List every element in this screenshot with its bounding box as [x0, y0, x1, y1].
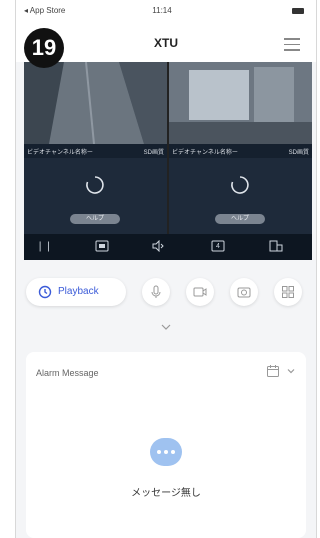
- empty-message-text: メッセージ無し: [131, 488, 201, 499]
- expand-controls-button[interactable]: [16, 318, 316, 336]
- video-toolbar: ❘❘ 4: [24, 234, 312, 260]
- microphone-button[interactable]: [142, 278, 170, 306]
- app-frame: ◂ App Store 11:14 XTU ビデオチャンネル名称ー SD画質 ヘ…: [15, 0, 317, 538]
- camera-name-1: ビデオチャンネル名称ー: [27, 150, 93, 156]
- fullscreen-icon[interactable]: [268, 240, 284, 254]
- microphone-icon: [151, 285, 161, 298]
- camera-tile-1[interactable]: ビデオチャンネル名称ー SD画質 ヘルプ: [24, 62, 167, 260]
- step-number-badge: 19: [24, 28, 64, 68]
- hd-toggle-icon[interactable]: [94, 240, 110, 254]
- camera-tile-2[interactable]: ビデオチャンネル名称ー SD画質 ヘルプ: [169, 62, 312, 260]
- camera-name-2: ビデオチャンネル名称ー: [172, 150, 238, 156]
- split-number: 4: [216, 243, 220, 250]
- camera-label-bar-1: ビデオチャンネル名称ー SD画質: [24, 144, 167, 158]
- camera-label-bar-2: ビデオチャンネル名称ー SD画質: [169, 144, 312, 158]
- loading-icon: [86, 176, 104, 194]
- menu-icon[interactable]: [284, 38, 300, 55]
- alarm-message-card: Alarm Message メッセージ無し: [26, 352, 306, 538]
- record-button[interactable]: [186, 278, 214, 306]
- camera-feed-2: [169, 62, 312, 144]
- pause-icon[interactable]: ❘❘: [36, 240, 53, 254]
- camera-help-tag-2[interactable]: ヘルプ: [215, 214, 265, 224]
- empty-message-icon: [150, 438, 182, 466]
- calendar-icon[interactable]: [266, 364, 280, 378]
- camera-quality-1[interactable]: SD画質: [144, 147, 164, 156]
- battery-icon: [292, 8, 304, 14]
- control-row: Playback: [16, 272, 316, 312]
- video-grid: ビデオチャンネル名称ー SD画質 ヘルプ ビデオチャンネル名称ー SD画質 ヘル…: [24, 62, 312, 260]
- speaker-icon[interactable]: [150, 239, 166, 254]
- snapshot-button[interactable]: [230, 278, 258, 306]
- grid-icon: [282, 286, 294, 298]
- camera-quality-2[interactable]: SD画質: [289, 147, 309, 156]
- camera-feed-1: [24, 62, 167, 144]
- split-screen-button[interactable]: 4: [210, 240, 226, 254]
- back-to-app-store[interactable]: ◂ App Store: [24, 6, 65, 15]
- grid-layout-button[interactable]: [274, 278, 302, 306]
- loading-icon: [231, 176, 249, 194]
- camera-help-tag-1[interactable]: ヘルプ: [70, 214, 120, 224]
- status-bar: ◂ App Store 11:14: [16, 0, 316, 22]
- video-record-icon: [193, 287, 207, 297]
- chevron-down-icon: [161, 324, 171, 330]
- camera-icon: [237, 287, 251, 298]
- alarm-title: Alarm Message: [36, 368, 99, 378]
- playback-label: Playback: [58, 286, 99, 297]
- playback-icon: [38, 285, 52, 299]
- status-time: 11:14: [152, 6, 172, 15]
- chevron-down-icon[interactable]: [286, 366, 296, 376]
- playback-button[interactable]: Playback: [26, 278, 126, 306]
